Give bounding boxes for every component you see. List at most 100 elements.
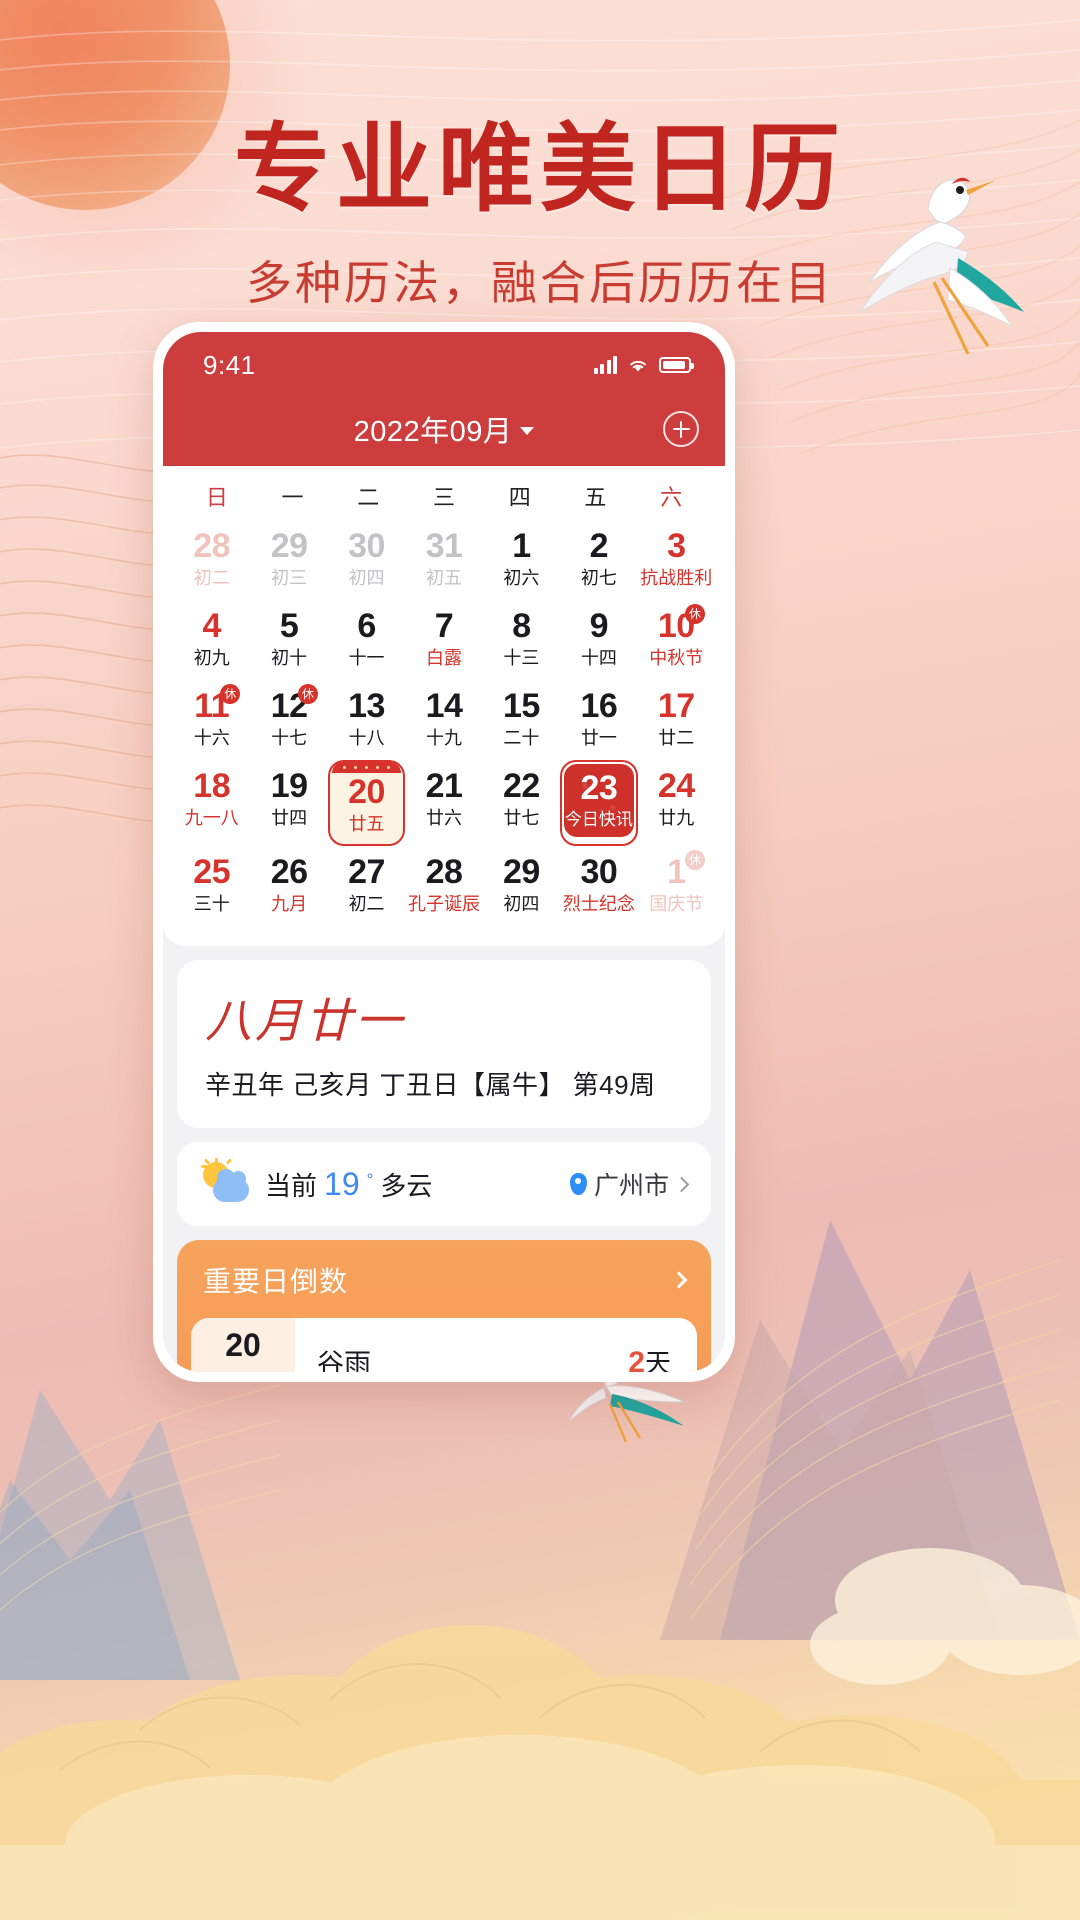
calendar-day-cell[interactable]: 27 初二: [328, 846, 405, 926]
calendar-day-cell[interactable]: 21 廿六: [405, 760, 482, 846]
day-lunar: 初九: [193, 647, 230, 668]
countdown-date: 20 4月: [191, 1318, 295, 1372]
day-number: 14: [425, 687, 463, 725]
calendar-day-cell[interactable]: 13 十八: [328, 680, 405, 760]
weather-location[interactable]: 广州市: [569, 1166, 690, 1202]
day-lunar: 三十: [193, 894, 230, 915]
calendar-day-cell[interactable]: 6 十一: [328, 600, 405, 680]
weather-card[interactable]: 当前 19 ° 多云 广州市: [177, 1142, 711, 1227]
calendar-day-cell[interactable]: 28 孔子诞辰: [405, 846, 482, 926]
calendar-day-cell[interactable]: 9 十四: [560, 600, 637, 680]
month-label: 2022年09月: [353, 416, 513, 448]
calendar-day-cell[interactable]: 23 今日快讯: [560, 760, 638, 847]
day-number: 13: [348, 687, 385, 725]
countdown-header[interactable]: 重要日倒数: [177, 1260, 711, 1318]
day-number: 3: [667, 527, 686, 565]
day-number: 29: [503, 853, 540, 892]
calendar-day-cell[interactable]: 26 九月: [250, 846, 327, 926]
calendar-day-cell[interactable]: 12 十七休: [250, 680, 327, 760]
lunar-date-detail: 辛丑年 己亥月 丁丑日【属牛】 第49周: [205, 1070, 656, 1101]
weekday-sat: 六: [660, 485, 683, 510]
day-number: 4: [202, 607, 222, 645]
day-lunar: 孔子诞辰: [407, 894, 480, 915]
day-lunar: 十三: [503, 647, 540, 668]
day-lunar: 白露: [425, 647, 462, 668]
weekday-fri: 五: [584, 485, 607, 510]
calendar-day-cell[interactable]: 5 初十: [250, 600, 327, 680]
calendar-day-cell[interactable]: 31 初五: [405, 520, 482, 600]
day-lunar: 初二: [193, 567, 230, 588]
day-lunar: 十一: [348, 647, 385, 668]
today-highlight: 23 今日快讯: [564, 764, 634, 837]
weather-info: 当前 19 ° 多云: [201, 1158, 432, 1206]
weather-prefix: 当前: [265, 1170, 318, 1201]
location-name: 广州市: [593, 1172, 669, 1201]
calendar-day-cell[interactable]: 16 廿一: [560, 680, 637, 760]
day-number: 19: [270, 767, 308, 805]
lunar-detail-card[interactable]: 八月廿一 辛丑年 己亥月 丁丑日【属牛】 第49周: [177, 960, 711, 1129]
countdown-remaining-value: 2: [628, 1345, 645, 1372]
calendar-day-cell[interactable]: 20 廿五: [327, 760, 406, 847]
calendar-day-cell[interactable]: 28 初二: [173, 520, 250, 600]
rest-day-badge: 休: [685, 604, 705, 624]
app-screen: 9:41 2022年09月 日 一 二 三 四 五 六 28 初二 29 初三 …: [163, 332, 725, 1372]
chevron-right-icon: [670, 1271, 688, 1289]
calendar-day-cell[interactable]: 29 初四: [483, 846, 560, 926]
day-lunar: 抗战胜利: [640, 567, 713, 588]
day-lunar: 初十: [271, 647, 308, 668]
signal-bars-icon: [593, 356, 617, 374]
weekday-wed: 三: [432, 485, 455, 510]
day-number: 29: [270, 527, 308, 565]
day-number: 20: [348, 773, 385, 811]
weekday-sun: 日: [205, 485, 228, 510]
calendar-card: 日 一 二 三 四 五 六 28 初二 29 初三 30 初四 31 初五 1 初六 2 初七 3 抗战胜…: [163, 466, 725, 947]
day-lunar: 初六: [503, 567, 540, 588]
calendar-day-cell[interactable]: 8 十三: [483, 600, 560, 680]
day-lunar: 烈士纪念: [562, 894, 635, 915]
countdown-title: 重要日倒数: [203, 1266, 349, 1298]
calendar-day-cell[interactable]: 17 廿二: [638, 680, 715, 760]
day-lunar: 二十: [503, 727, 540, 748]
phone-mockup: 9:41 2022年09月 日 一 二 三 四 五 六 28 初二 29 初三 …: [153, 322, 735, 1382]
day-lunar: 九月: [271, 894, 308, 915]
calendar-day-cell[interactable]: 29 初三: [250, 520, 327, 600]
day-lunar: 廿五: [348, 813, 385, 834]
calendar-day-cell[interactable]: 14 十九: [405, 680, 482, 760]
day-lunar: 初二: [348, 894, 385, 915]
weather-condition: 多云: [380, 1170, 433, 1201]
day-number: 8: [512, 607, 531, 645]
day-number: 23: [580, 769, 618, 807]
calendar-day-cell[interactable]: 30 初四: [328, 520, 405, 600]
day-number: 16: [580, 687, 618, 725]
calendar-day-cell[interactable]: 1 国庆节休: [638, 846, 715, 926]
day-lunar: 廿六: [425, 807, 462, 828]
status-bar: 9:41: [163, 332, 725, 392]
calendar-day-cell[interactable]: 11 十六休: [173, 680, 250, 760]
calendar-day-cell[interactable]: 1 初六: [483, 520, 560, 600]
calendar-day-cell[interactable]: 15 二十: [483, 680, 560, 760]
calendar-day-cell[interactable]: 3 抗战胜利: [638, 520, 715, 600]
weekday-tue: 二: [357, 485, 380, 510]
calendar-day-cell[interactable]: 4 初九: [173, 600, 250, 680]
calendar-day-cell[interactable]: 7 白露: [405, 600, 482, 680]
calendar-day-cell[interactable]: 18 九一八: [173, 760, 250, 846]
add-event-button[interactable]: [663, 411, 699, 447]
rest-day-badge: 休: [297, 684, 318, 704]
day-lunar: 十六: [193, 727, 230, 748]
day-number: 25: [193, 853, 231, 892]
month-selector[interactable]: 2022年09月: [354, 408, 535, 450]
calendar-day-cell[interactable]: 10 中秋节休: [638, 600, 715, 680]
weather-text: 当前 19 ° 多云: [265, 1166, 432, 1203]
weekday-header: 日 一 二 三 四 五 六: [173, 466, 715, 520]
calendar-day-cell[interactable]: 2 初七: [560, 520, 637, 600]
countdown-item[interactable]: 20 4月 谷雨 2天: [191, 1318, 697, 1372]
calendar-day-cell[interactable]: 22 廿七: [483, 760, 560, 846]
day-number: 22: [503, 767, 540, 805]
calendar-day-cell[interactable]: 19 廿四: [250, 760, 327, 846]
calendar-day-cell[interactable]: 25 三十: [173, 846, 250, 926]
calendar-day-cell[interactable]: 24 廿九: [638, 760, 715, 846]
status-time: 9:41: [203, 349, 256, 380]
day-number: 24: [657, 767, 695, 805]
day-lunar: 今日快讯: [564, 809, 633, 829]
calendar-day-cell[interactable]: 30 烈士纪念: [560, 846, 637, 926]
